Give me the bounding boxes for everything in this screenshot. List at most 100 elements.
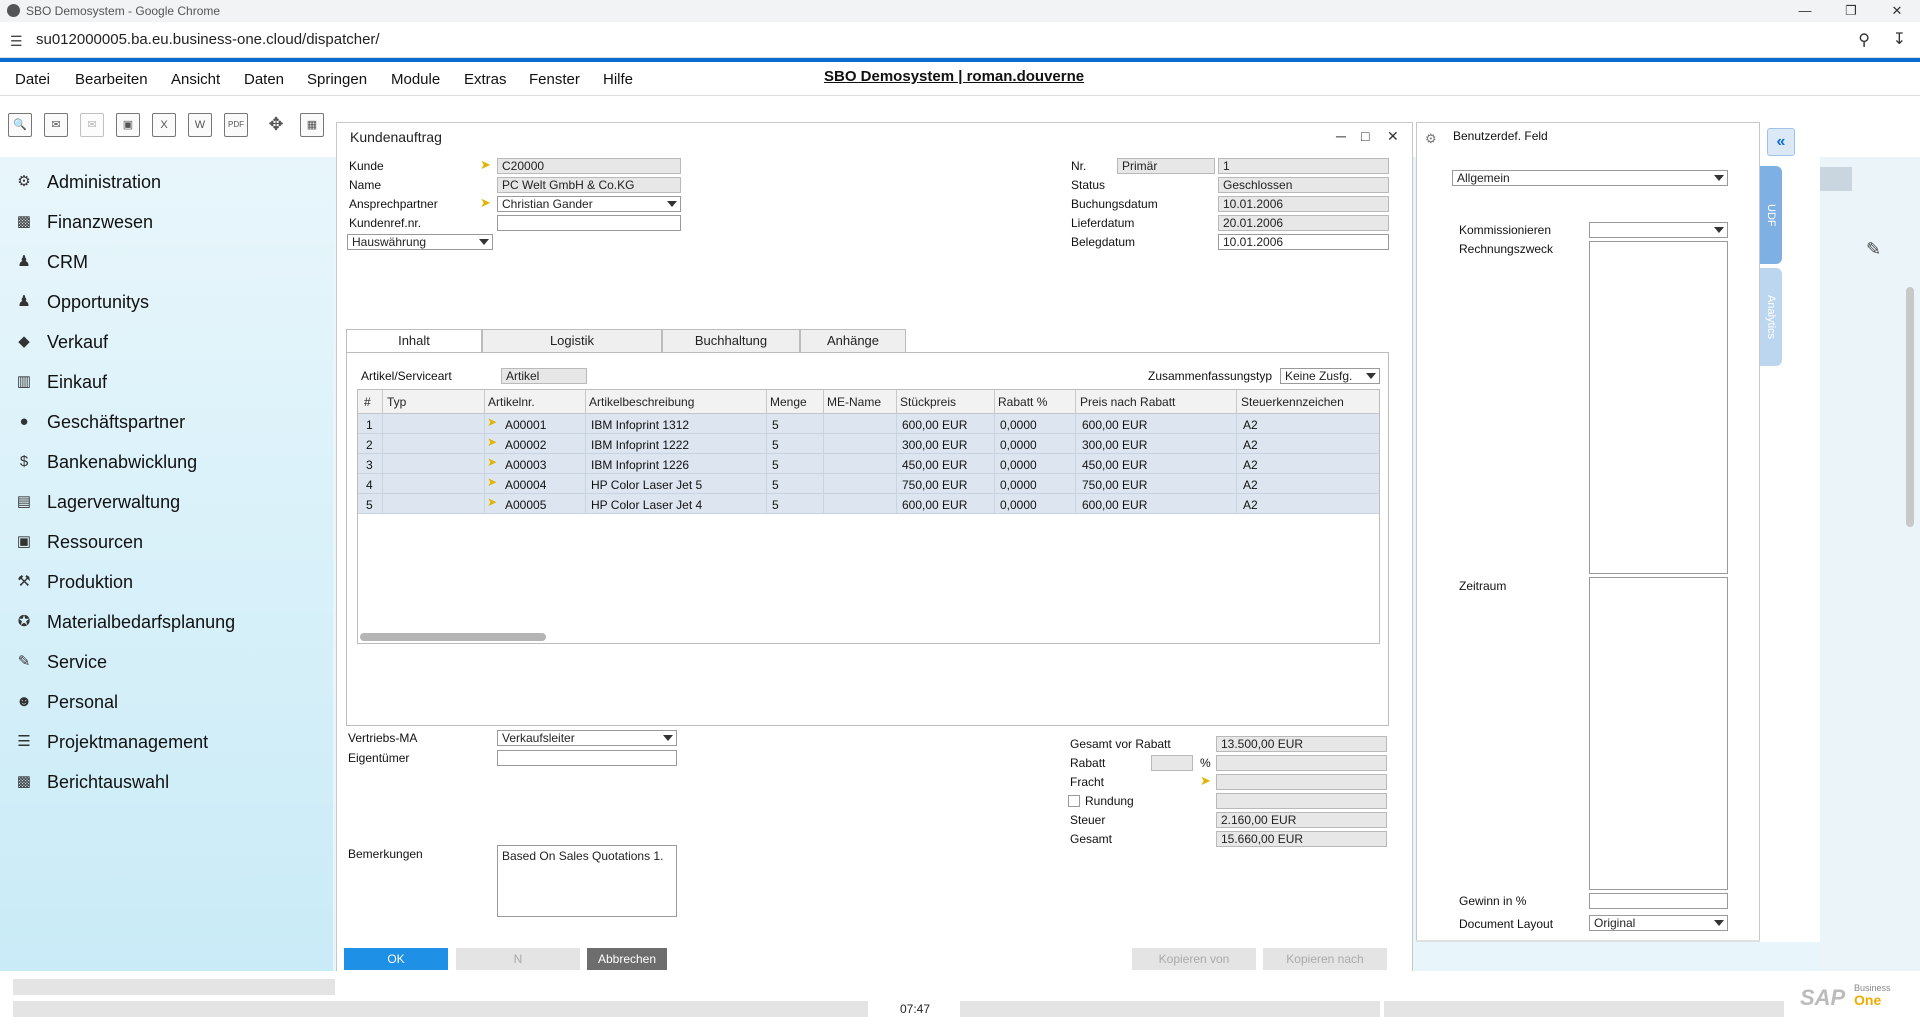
sidebar-item-produktion[interactable]: ⚒ Produktion	[14, 569, 133, 595]
link-arrow-icon[interactable]: ➤	[487, 455, 497, 469]
cell-description[interactable]: IBM Infoprint 1226	[591, 458, 689, 472]
window-minimize-icon[interactable]: ─	[1336, 128, 1346, 144]
zoom-icon[interactable]: ⚲	[1858, 30, 1870, 50]
cell-stueckpreis[interactable]: 750,00 EUR	[902, 478, 967, 492]
sidebar-item-personal[interactable]: ☻ Personal	[14, 689, 118, 715]
find-icon[interactable]: 🔍	[8, 113, 32, 137]
link-arrow-icon[interactable]: ➤	[487, 415, 497, 429]
rundung-checkbox[interactable]	[1068, 795, 1080, 807]
cell-menge[interactable]: 5	[772, 418, 779, 432]
sidebar-item-service[interactable]: ✎ Service	[14, 649, 107, 675]
layout-icon[interactable]: ▦	[300, 113, 324, 137]
table-row[interactable]: 4 ➤ A00004 HP Color Laser Jet 5 5 750,00…	[358, 474, 1379, 494]
link-arrow-icon[interactable]: ➤	[487, 475, 497, 489]
status-field[interactable]: Geschlossen	[1218, 177, 1389, 193]
cell-description[interactable]: IBM Infoprint 1222	[591, 438, 689, 452]
ok-button[interactable]: OK	[344, 948, 448, 970]
table-row[interactable]: 3 ➤ A00003 IBM Infoprint 1226 5 450,00 E…	[358, 454, 1379, 474]
cell-rabatt[interactable]: 0,0000	[1000, 418, 1037, 432]
url-field[interactable]: su012000005.ba.eu.business-one.cloud/dis…	[36, 31, 380, 48]
cell-steuer[interactable]: A2	[1243, 478, 1258, 492]
cell-rabatt[interactable]: 0,0000	[1000, 458, 1037, 472]
menu-hilfe[interactable]: Hilfe	[603, 71, 633, 88]
sidebar-item-administration[interactable]: ⚙ Administration	[14, 169, 161, 195]
cell-stueckpreis[interactable]: 300,00 EUR	[902, 438, 967, 452]
sidebar-item-finanzwesen[interactable]: ▩ Finanzwesen	[14, 209, 153, 235]
sidebar-item-opportunitys[interactable]: ♟ Opportunitys	[14, 289, 149, 315]
tab-logistik[interactable]: Logistik	[482, 329, 662, 353]
copy-from-button[interactable]: Kopieren von	[1132, 948, 1256, 970]
udf-category-select[interactable]: Allgemein	[1452, 170, 1728, 186]
rabatt-percent-field[interactable]	[1151, 755, 1193, 771]
sidebar-item-materialbedarfsplanung[interactable]: ✪ Materialbedarfsplanung	[14, 609, 235, 635]
table-row[interactable]: 5 ➤ A00005 HP Color Laser Jet 4 5 600,00…	[358, 494, 1379, 514]
artikel-serviceart-select[interactable]: Artikel	[501, 368, 587, 384]
column-header[interactable]: Stückpreis	[900, 395, 956, 409]
workspace-scrollbar[interactable]	[1906, 287, 1914, 527]
cell-stueckpreis[interactable]: 600,00 EUR	[902, 498, 967, 512]
cell-menge[interactable]: 5	[772, 478, 779, 492]
analytics-side-tab[interactable]: Analytics	[1760, 268, 1782, 366]
column-header[interactable]: ME-Name	[827, 395, 881, 409]
cell-artikelnr[interactable]: A00003	[505, 458, 546, 472]
kunde-field[interactable]: C20000	[497, 158, 681, 174]
menu-springen[interactable]: Springen	[307, 71, 367, 88]
sidebar-item-berichtauswahl[interactable]: ▩ Berichtauswahl	[14, 769, 169, 795]
tab-anhaenge[interactable]: Anhänge	[800, 329, 906, 353]
n-button[interactable]: N	[456, 948, 580, 970]
sidebar-item-geschaeftspartner[interactable]: ● Geschäftspartner	[14, 409, 185, 435]
collapse-panel-icon[interactable]: «	[1767, 128, 1795, 156]
sidebar-item-einkauf[interactable]: ▥ Einkauf	[14, 369, 107, 395]
eigentuemer-input[interactable]	[497, 750, 677, 766]
cell-steuer[interactable]: A2	[1243, 498, 1258, 512]
gesamt-vor-rabatt-field[interactable]: 13.500,00 EUR	[1216, 736, 1387, 752]
cell-menge[interactable]: 5	[772, 438, 779, 452]
close-window-icon[interactable]: ✕	[1874, 0, 1920, 22]
link-arrow-icon[interactable]: ➤	[487, 495, 497, 509]
minimize-icon[interactable]: —	[1782, 0, 1828, 22]
cell-artikelnr[interactable]: A00004	[505, 478, 546, 492]
bemerkungen-textarea[interactable]: Based On Sales Quotations 1.	[497, 845, 677, 917]
download-icon[interactable]: ↧	[1893, 29, 1906, 49]
zusammenfassung-select[interactable]: Keine Zusfg.	[1280, 368, 1380, 384]
menu-extras[interactable]: Extras	[464, 71, 507, 88]
buchungsdatum-field[interactable]: 10.01.2006	[1218, 196, 1389, 212]
gewinn-input[interactable]	[1589, 893, 1728, 909]
rechnungszweck-textarea[interactable]	[1589, 241, 1728, 574]
cell-steuer[interactable]: A2	[1243, 458, 1258, 472]
kommissionieren-select[interactable]	[1589, 222, 1728, 238]
word-icon[interactable]: W	[188, 113, 212, 137]
cell-menge[interactable]: 5	[772, 498, 779, 512]
nr-series-select[interactable]: Primär	[1117, 158, 1215, 174]
kundenref-input[interactable]	[497, 215, 681, 231]
link-arrow-icon[interactable]: ➤	[480, 158, 494, 171]
cell-artikelnr[interactable]: A00005	[505, 498, 546, 512]
excel-icon[interactable]: X	[152, 113, 176, 137]
email-icon[interactable]: ✉	[44, 113, 68, 137]
sidebar-item-bankenabwicklung[interactable]: $ Bankenabwicklung	[14, 449, 197, 475]
move-icon[interactable]: ✥	[264, 113, 288, 137]
column-header[interactable]: #	[364, 395, 371, 409]
document-layout-select[interactable]: Original	[1589, 915, 1728, 931]
tab-buchhaltung[interactable]: Buchhaltung	[662, 329, 800, 353]
menu-bearbeiten[interactable]: Bearbeiten	[75, 71, 148, 88]
cell-description[interactable]: HP Color Laser Jet 4	[591, 498, 702, 512]
column-header[interactable]: Menge	[770, 395, 807, 409]
cell-description[interactable]: HP Color Laser Jet 5	[591, 478, 702, 492]
cell-rabatt[interactable]: 0,0000	[1000, 498, 1037, 512]
window-maximize-icon[interactable]: □	[1361, 128, 1369, 144]
cell-rabatt[interactable]: 0,0000	[1000, 478, 1037, 492]
restore-icon[interactable]: ❐	[1828, 0, 1874, 22]
cell-preis-nach-rabatt[interactable]: 750,00 EUR	[1082, 478, 1147, 492]
menu-fenster[interactable]: Fenster	[529, 71, 580, 88]
cell-artikelnr[interactable]: A00001	[505, 418, 546, 432]
sidebar-item-crm[interactable]: ♟ CRM	[14, 249, 88, 275]
menu-daten[interactable]: Daten	[244, 71, 284, 88]
cell-menge[interactable]: 5	[772, 458, 779, 472]
cell-stueckpreis[interactable]: 600,00 EUR	[902, 418, 967, 432]
link-arrow-icon[interactable]: ➤	[487, 435, 497, 449]
cell-rabatt[interactable]: 0,0000	[1000, 438, 1037, 452]
menu-datei[interactable]: Datei	[15, 71, 50, 88]
rundung-field[interactable]	[1216, 793, 1387, 809]
edit-pencil-icon[interactable]: ✎	[1866, 239, 1881, 260]
